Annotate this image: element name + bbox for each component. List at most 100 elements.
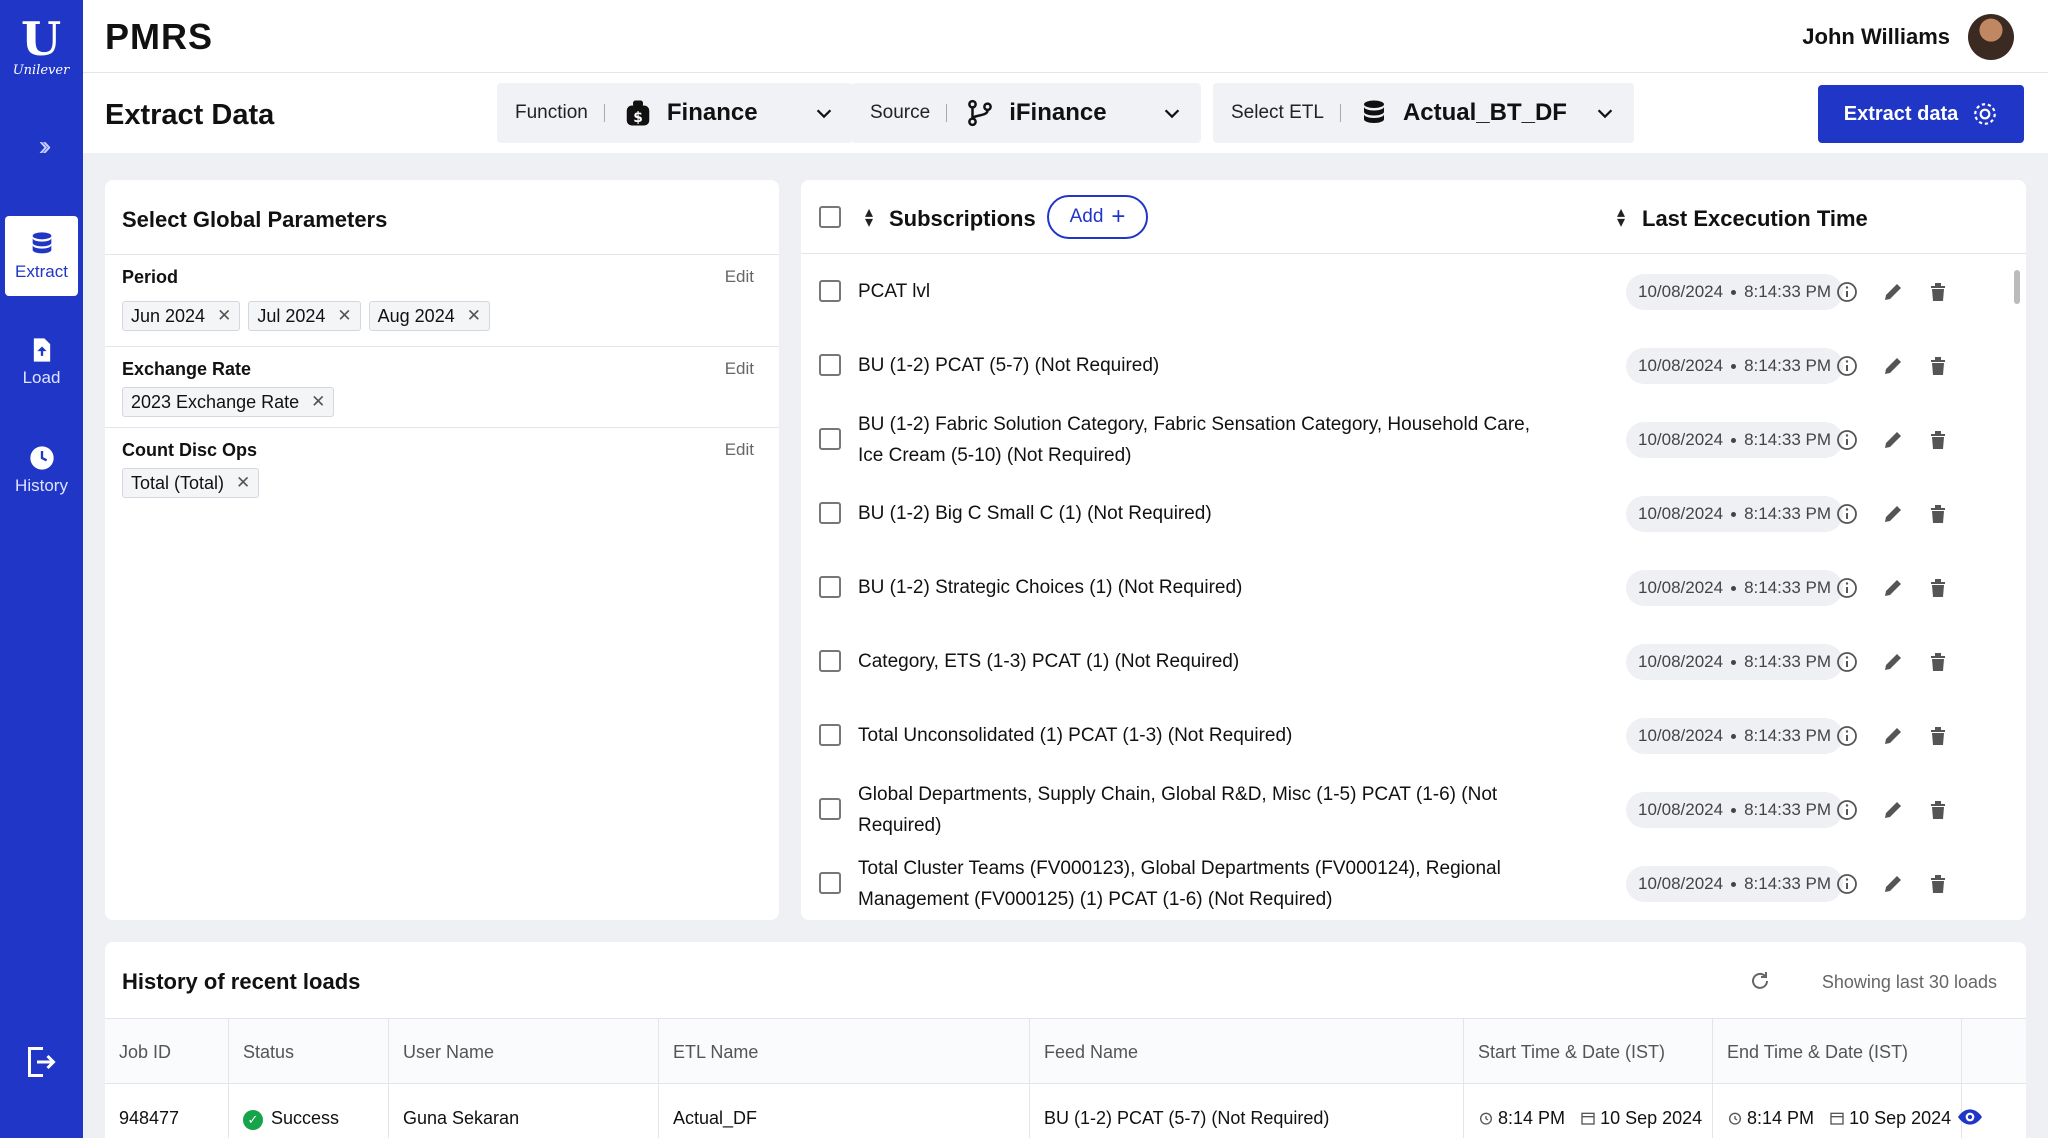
subscription-row[interactable]: Total Unconsolidated (1) PCAT (1-3) (Not… <box>801 699 2026 773</box>
row-checkbox[interactable] <box>819 576 841 598</box>
close-icon[interactable]: ✕ <box>217 306 231 326</box>
sort-icon[interactable]: ▴ ▾ <box>862 205 876 231</box>
subscription-row[interactable]: BU (1-2) PCAT (5-7) (Not Required) 10/08/… <box>801 329 2026 403</box>
edit-pencil-icon[interactable] <box>1881 354 1905 378</box>
avatar[interactable] <box>1968 14 2014 60</box>
calendar-icon <box>1830 1112 1844 1125</box>
row-checkbox[interactable] <box>819 428 841 450</box>
row-checkbox[interactable] <box>819 502 841 524</box>
info-icon[interactable] <box>1835 280 1859 304</box>
column-header[interactable]: Job ID <box>105 1019 229 1085</box>
chevron-down-icon <box>816 109 832 119</box>
source-select[interactable]: Source iFinance <box>852 83 1201 143</box>
row-checkbox[interactable] <box>819 280 841 302</box>
execution-date: 10/08/2024 <box>1638 504 1724 523</box>
info-icon[interactable] <box>1835 650 1859 674</box>
column-header[interactable]: Feed Name <box>1030 1019 1464 1085</box>
nav-history[interactable]: History <box>5 430 78 510</box>
logout-icon[interactable] <box>22 1044 58 1080</box>
row-checkbox[interactable] <box>819 724 841 746</box>
subscriptions-header: ▴ ▾ Subscriptions Add + ▴ ▾ Last Excecutio… <box>801 180 2026 254</box>
edit-pencil-icon[interactable] <box>1881 724 1905 748</box>
subscription-row[interactable]: Total Cluster Teams (FV000123), Global D… <box>801 847 2026 920</box>
trash-icon[interactable] <box>1926 576 1950 600</box>
trash-icon[interactable] <box>1926 502 1950 526</box>
info-icon[interactable] <box>1835 428 1859 452</box>
eye-icon[interactable] <box>1957 1104 1983 1130</box>
nav-extract[interactable]: Extract <box>5 216 78 296</box>
edit-pencil-icon[interactable] <box>1881 280 1905 304</box>
select-all-checkbox[interactable] <box>819 206 841 228</box>
info-icon[interactable] <box>1835 872 1859 896</box>
trash-icon[interactable] <box>1926 280 1950 304</box>
separator-dot <box>1731 437 1737 443</box>
check-circle-icon: ✓ <box>243 1110 263 1130</box>
add-subscription-button[interactable]: Add + <box>1047 195 1148 239</box>
separator-dot <box>1731 807 1737 813</box>
trash-icon[interactable] <box>1926 354 1950 378</box>
edit-pencil-icon[interactable] <box>1881 650 1905 674</box>
table-row[interactable]: 948477 ✓ Success Guna Sekaran Actual_DF B… <box>105 1084 2026 1138</box>
subscription-row[interactable]: BU (1-2) Big C Small C (1) (Not Required… <box>801 477 2026 551</box>
global-parameters-panel: Select Global Parameters Period Edit Jun… <box>105 180 779 920</box>
git-branch-icon <box>968 99 993 127</box>
close-icon[interactable]: ✕ <box>337 306 351 326</box>
column-header[interactable]: Status <box>229 1019 389 1085</box>
edit-count-disc-ops-link[interactable]: Edit <box>725 440 754 460</box>
edit-pencil-icon[interactable] <box>1881 872 1905 896</box>
subscription-name: BU (1-2) Big C Small C (1) (Not Required… <box>858 503 1212 524</box>
trash-icon[interactable] <box>1926 428 1950 452</box>
chevron-down-icon <box>1164 109 1180 119</box>
edit-pencil-icon[interactable] <box>1881 576 1905 600</box>
extract-data-button[interactable]: Extract data <box>1818 85 2024 143</box>
info-icon[interactable] <box>1835 354 1859 378</box>
info-icon[interactable] <box>1835 502 1859 526</box>
subscription-row[interactable]: PCAT lvl 10/08/2024 8:14:33 PM <box>801 255 2026 329</box>
trash-icon[interactable] <box>1926 724 1950 748</box>
row-checkbox[interactable] <box>819 872 841 894</box>
execution-time-badge: 10/08/2024 8:14:33 PM <box>1626 422 1844 458</box>
page-title: Extract Data <box>105 99 275 131</box>
close-icon[interactable]: ✕ <box>467 306 481 326</box>
edit-pencil-icon[interactable] <box>1881 502 1905 526</box>
subscription-row[interactable]: BU (1-2) Strategic Choices (1) (Not Requ… <box>801 551 2026 625</box>
column-header[interactable]: End Time & Date (IST) <box>1713 1019 1962 1085</box>
info-icon[interactable] <box>1835 724 1859 748</box>
trash-icon[interactable] <box>1926 650 1950 674</box>
edit-period-link[interactable]: Edit <box>725 267 754 287</box>
close-icon[interactable]: ✕ <box>236 473 250 493</box>
sort-icon[interactable]: ▴ ▾ <box>1614 205 1628 231</box>
separator-dot <box>1731 289 1737 295</box>
nav-load[interactable]: Load <box>5 322 78 402</box>
trash-icon[interactable] <box>1926 798 1950 822</box>
function-value: Finance <box>666 99 758 126</box>
user-name[interactable]: John Williams <box>1802 24 1950 50</box>
column-header[interactable]: Start Time & Date (IST) <box>1464 1019 1713 1085</box>
execution-time: 8:14:33 PM <box>1744 356 1832 375</box>
end-time-cell: 8:14 PM 10 Sep 2024 <box>1713 1084 1962 1138</box>
subscription-row[interactable]: Category, ETS (1-3) PCAT (1) (Not Requir… <box>801 625 2026 699</box>
subscription-row[interactable]: Global Departments, Supply Chain, Global… <box>801 773 2026 847</box>
function-select[interactable]: Function $ Finance <box>497 83 853 143</box>
row-checkbox[interactable] <box>819 354 841 376</box>
expand-sidebar-icon[interactable]: ›› <box>24 128 60 164</box>
edit-pencil-icon[interactable] <box>1881 428 1905 452</box>
row-checkbox[interactable] <box>819 650 841 672</box>
subscription-row[interactable]: BU (1-2) Fabric Solution Category, Fabri… <box>801 403 2026 477</box>
etl-select[interactable]: Select ETL Actual_BT_DF <box>1213 83 1634 143</box>
scrollbar[interactable] <box>2014 270 2020 304</box>
column-header[interactable]: User Name <box>389 1019 659 1085</box>
row-checkbox[interactable] <box>819 798 841 820</box>
database-icon <box>1363 100 1384 123</box>
chip-label: Total (Total) <box>131 472 225 493</box>
info-icon[interactable] <box>1835 576 1859 600</box>
column-header[interactable]: ETL Name <box>659 1019 1030 1085</box>
info-icon[interactable] <box>1835 798 1859 822</box>
file-upload-icon <box>33 338 50 362</box>
close-icon[interactable]: ✕ <box>311 392 325 412</box>
edit-exchange-rate-link[interactable]: Edit <box>725 359 754 379</box>
nav-extract-label: Extract <box>15 262 68 281</box>
edit-pencil-icon[interactable] <box>1881 798 1905 822</box>
refresh-icon[interactable] <box>1748 969 1772 993</box>
trash-icon[interactable] <box>1926 872 1950 896</box>
